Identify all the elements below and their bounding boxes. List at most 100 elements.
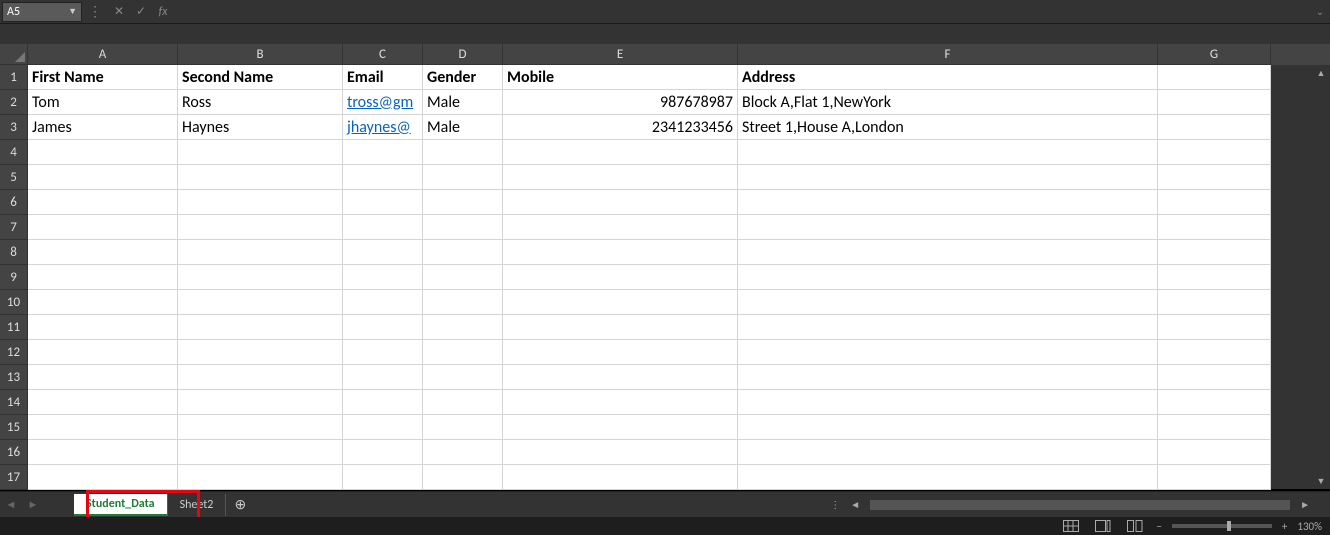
cell[interactable] <box>738 265 1158 290</box>
cell-E1[interactable]: Mobile <box>503 65 738 90</box>
cell[interactable] <box>423 290 503 315</box>
confirm-button[interactable]: ✓ <box>130 0 152 23</box>
cell[interactable] <box>423 465 503 490</box>
row-header-16[interactable]: 16 <box>0 440 28 465</box>
zoom-slider[interactable] <box>1172 524 1272 528</box>
horizontal-scroll-area[interactable]: ⋮ ◄ ► <box>830 498 1330 511</box>
cell[interactable] <box>28 315 178 340</box>
cell-E3[interactable]: 2341233456 <box>503 115 738 140</box>
row-header-8[interactable]: 8 <box>0 240 28 265</box>
col-header-G[interactable]: G <box>1158 44 1271 65</box>
cell[interactable] <box>738 340 1158 365</box>
cell[interactable] <box>738 415 1158 440</box>
cell[interactable] <box>178 465 343 490</box>
cell[interactable] <box>1158 190 1271 215</box>
cell[interactable] <box>28 240 178 265</box>
cell[interactable] <box>28 365 178 390</box>
cell[interactable] <box>423 315 503 340</box>
cell[interactable] <box>423 240 503 265</box>
cell-E2[interactable]: 987678987 <box>503 90 738 115</box>
row-header-15[interactable]: 15 <box>0 415 28 440</box>
cell-A3[interactable]: James <box>28 115 178 140</box>
new-sheet-button[interactable]: ⊕ <box>226 496 254 513</box>
cell[interactable] <box>28 390 178 415</box>
cell[interactable] <box>1158 240 1271 265</box>
cell[interactable] <box>503 165 738 190</box>
cell[interactable] <box>503 390 738 415</box>
cell[interactable] <box>738 290 1158 315</box>
cell[interactable] <box>503 415 738 440</box>
cell-B1[interactable]: Second Name <box>178 65 343 90</box>
sheet-tab-student-data[interactable]: Student_Data <box>74 494 168 516</box>
cell[interactable] <box>1158 440 1271 465</box>
cell[interactable] <box>1158 265 1271 290</box>
cell-F3[interactable]: Street 1,House A,London <box>738 115 1158 140</box>
horizontal-scrollbar[interactable] <box>870 500 1290 510</box>
cell[interactable] <box>423 365 503 390</box>
cell[interactable] <box>28 415 178 440</box>
cell-F1[interactable]: Address <box>738 65 1158 90</box>
cell[interactable] <box>1158 465 1271 490</box>
cell[interactable] <box>738 390 1158 415</box>
col-header-B[interactable]: B <box>178 44 343 65</box>
cell[interactable] <box>1158 340 1271 365</box>
cell[interactable] <box>28 290 178 315</box>
cell-G3[interactable] <box>1158 115 1271 140</box>
cell[interactable] <box>738 315 1158 340</box>
cell[interactable] <box>178 390 343 415</box>
cell-E4[interactable] <box>503 140 738 165</box>
cell[interactable] <box>503 215 738 240</box>
col-header-F[interactable]: F <box>738 44 1158 65</box>
cancel-button[interactable]: ✕ <box>108 0 130 23</box>
cell[interactable] <box>503 240 738 265</box>
cell[interactable] <box>423 415 503 440</box>
cell-C1[interactable]: Email <box>343 65 423 90</box>
cell[interactable] <box>423 340 503 365</box>
cell[interactable] <box>178 190 343 215</box>
col-header-D[interactable]: D <box>423 44 503 65</box>
cell-F4[interactable] <box>738 140 1158 165</box>
select-all-corner[interactable] <box>0 44 28 65</box>
insert-function-button[interactable]: fx <box>152 0 174 23</box>
cell[interactable] <box>1158 290 1271 315</box>
cell-G1[interactable] <box>1158 65 1271 90</box>
cell[interactable] <box>503 440 738 465</box>
cell[interactable] <box>503 290 738 315</box>
cell[interactable] <box>423 440 503 465</box>
cell[interactable] <box>178 290 343 315</box>
cell[interactable] <box>738 215 1158 240</box>
cell[interactable] <box>503 265 738 290</box>
row-header-9[interactable]: 9 <box>0 265 28 290</box>
cell[interactable] <box>343 465 423 490</box>
cell[interactable] <box>28 340 178 365</box>
cell[interactable] <box>503 315 738 340</box>
cell-D3[interactable]: Male <box>423 115 503 140</box>
view-normal-icon[interactable] <box>1060 519 1082 533</box>
cell[interactable] <box>28 215 178 240</box>
cell[interactable] <box>343 190 423 215</box>
row-header-10[interactable]: 10 <box>0 290 28 315</box>
cell[interactable] <box>343 440 423 465</box>
cell[interactable] <box>343 415 423 440</box>
row-header-17[interactable]: 17 <box>0 465 28 490</box>
cell-C2[interactable]: tross@gm <box>343 90 423 115</box>
cell[interactable] <box>343 215 423 240</box>
view-page-layout-icon[interactable] <box>1092 519 1114 533</box>
cell[interactable] <box>423 215 503 240</box>
row-header-2[interactable]: 2 <box>0 90 28 115</box>
formula-input[interactable] <box>174 0 1310 23</box>
row-header-14[interactable]: 14 <box>0 390 28 415</box>
cell[interactable] <box>423 190 503 215</box>
cell[interactable] <box>178 440 343 465</box>
cell[interactable] <box>28 465 178 490</box>
cell-F2[interactable]: Block A,Flat 1,NewYork <box>738 90 1158 115</box>
cell[interactable] <box>178 340 343 365</box>
col-header-C[interactable]: C <box>343 44 423 65</box>
email-link[interactable]: tross@gm <box>347 93 413 112</box>
cell[interactable] <box>343 315 423 340</box>
cell[interactable] <box>178 315 343 340</box>
cell-B2[interactable]: Ross <box>178 90 343 115</box>
row-header-6[interactable]: 6 <box>0 190 28 215</box>
zoom-percent-label[interactable]: 130% <box>1297 520 1322 533</box>
cell[interactable] <box>423 165 503 190</box>
